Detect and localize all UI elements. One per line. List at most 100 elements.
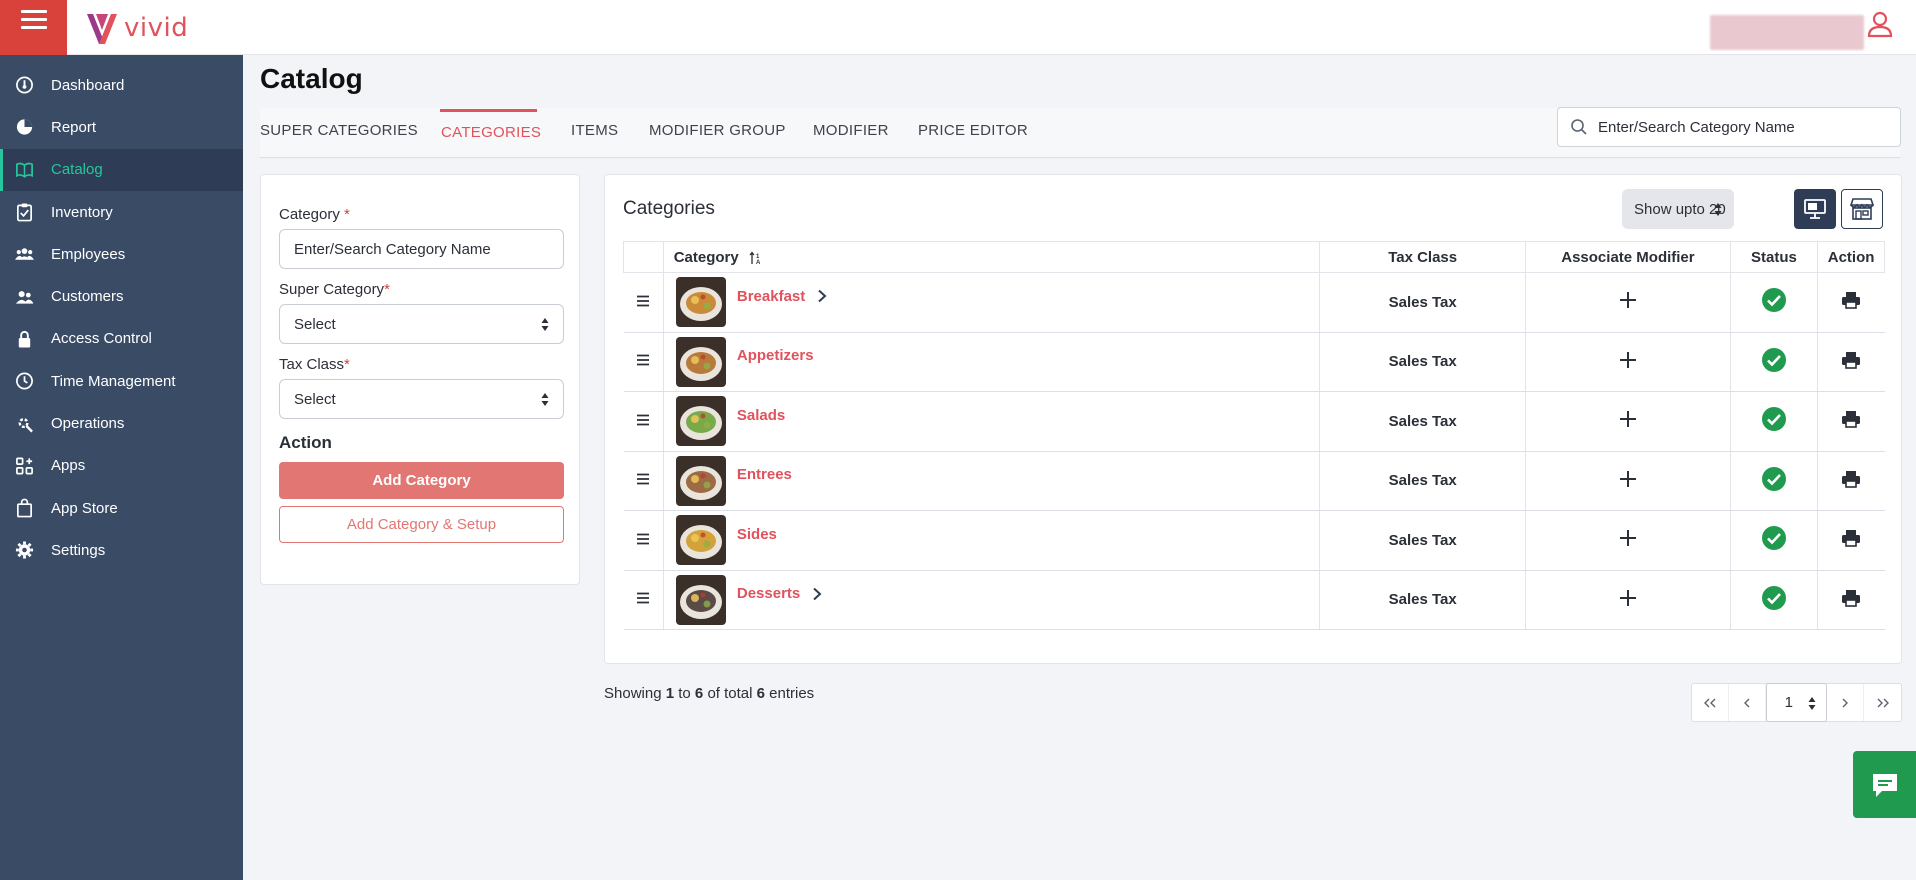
category-name-link[interactable]: Appetizers <box>737 347 814 364</box>
category-field-label: Category * <box>279 206 350 223</box>
drag-handle-icon <box>637 473 650 485</box>
drag-handle[interactable] <box>623 451 664 511</box>
status-active-icon[interactable] <box>1761 347 1787 373</box>
drag-handle[interactable] <box>623 332 664 392</box>
first-page-button[interactable] <box>1692 684 1729 721</box>
associate-modifier-cell <box>1525 391 1731 452</box>
tab-modifier[interactable]: MODIFIER <box>813 122 889 139</box>
category-thumbnail <box>675 455 726 506</box>
printer-icon[interactable] <box>1841 291 1861 310</box>
add-modifier-icon[interactable] <box>1618 469 1638 489</box>
desktop-icon <box>1804 199 1826 219</box>
drag-handle-icon <box>637 533 650 545</box>
chevron-right-icon[interactable] <box>817 289 827 303</box>
status-active-icon[interactable] <box>1761 525 1787 551</box>
category-search-box[interactable] <box>1557 107 1901 147</box>
sidebar-item-settings[interactable]: Settings <box>0 529 243 571</box>
printer-icon[interactable] <box>1841 351 1861 369</box>
category-name-link[interactable]: Breakfast <box>737 288 805 305</box>
tax-class-select[interactable]: Select <box>279 379 564 419</box>
add-category-button[interactable]: Add Category <box>279 462 564 499</box>
sidebar-item-operations[interactable]: Operations <box>0 402 243 444</box>
status-cell <box>1729 451 1818 511</box>
tab-modifier-group[interactable]: MODIFIER GROUP <box>649 122 786 139</box>
tab-categories[interactable]: CATEGORIES <box>441 124 541 141</box>
chat-support-button[interactable] <box>1853 751 1916 818</box>
add-modifier-icon[interactable] <box>1618 290 1638 310</box>
clipboard-icon <box>16 203 33 222</box>
category-search-input[interactable] <box>1598 108 1888 146</box>
category-cell: Entrees <box>662 451 1320 511</box>
super-category-select[interactable]: Select <box>279 304 564 344</box>
table-row[interactable]: Salads Sales Tax <box>623 391 1885 452</box>
drag-handle[interactable] <box>623 391 664 452</box>
show-upto-select[interactable]: Show upto 20 <box>1622 189 1734 229</box>
chevron-right-icon[interactable] <box>812 587 822 601</box>
pos-view-button[interactable] <box>1794 189 1836 229</box>
add-modifier-icon[interactable] <box>1618 528 1638 548</box>
add-modifier-icon[interactable] <box>1618 350 1638 370</box>
sidebar-item-access-control[interactable]: Access Control <box>0 318 243 360</box>
table-row[interactable]: Sides Sales Tax <box>623 510 1885 571</box>
printer-icon[interactable] <box>1841 470 1861 488</box>
svg-text:A: A <box>756 260 761 265</box>
sidebar-item-time-management[interactable]: Time Management <box>0 360 243 402</box>
sidebar-item-customers[interactable]: Customers <box>0 275 243 317</box>
sidebar-item-dashboard[interactable]: Dashboard <box>0 64 243 106</box>
tax-class-label: Tax Class* <box>279 356 350 373</box>
tab-super-categories[interactable]: SUPER CATEGORIES <box>260 122 418 139</box>
store-view-button[interactable] <box>1841 189 1883 229</box>
table-row[interactable]: Desserts Sales Tax <box>623 570 1885 630</box>
tab-items[interactable]: ITEMS <box>571 122 618 139</box>
brand-logo[interactable]: vivid <box>84 10 188 46</box>
drag-handle[interactable] <box>623 570 664 630</box>
tax-class-cell: Sales Tax <box>1319 570 1526 630</box>
tools-icon <box>18 417 33 432</box>
sort-icon[interactable]: 1A <box>749 250 763 266</box>
current-page-select[interactable]: 1 <box>1765 683 1828 722</box>
sidebar-item-app-store[interactable]: App Store <box>0 487 243 529</box>
super-category-value: Select <box>294 315 336 333</box>
table-row[interactable]: Entrees Sales Tax <box>623 451 1885 511</box>
sidebar-item-label: Customers <box>51 288 124 306</box>
sidebar-item-catalog[interactable]: Catalog <box>0 148 243 192</box>
category-name-link[interactable]: Desserts <box>737 585 800 602</box>
select-arrows-icon <box>1808 697 1816 710</box>
sidebar-item-inventory[interactable]: Inventory <box>0 191 243 233</box>
category-name-link[interactable]: Sides <box>737 526 777 543</box>
printer-icon[interactable] <box>1841 589 1861 607</box>
user-icon[interactable] <box>1866 10 1894 38</box>
add-modifier-icon[interactable] <box>1618 588 1638 608</box>
table-row[interactable]: Breakfast Sales Tax <box>623 272 1885 333</box>
category-column-header[interactable]: Category 1A <box>662 241 1321 273</box>
category-thumbnail <box>675 396 726 447</box>
status-active-icon[interactable] <box>1761 287 1787 313</box>
printer-icon[interactable] <box>1841 529 1861 548</box>
next-page-button[interactable] <box>1827 684 1865 721</box>
category-name-link[interactable]: Entrees <box>737 466 792 483</box>
status-active-icon[interactable] <box>1761 406 1787 432</box>
status-active-icon[interactable] <box>1761 466 1787 492</box>
previous-page-button[interactable] <box>1729 684 1766 721</box>
top-bar: vivid <box>0 0 1916 55</box>
status-active-icon[interactable] <box>1761 585 1787 611</box>
sidebar-item-apps[interactable]: Apps <box>0 445 243 487</box>
add-category-setup-button[interactable]: Add Category & Setup <box>279 506 564 543</box>
drag-handle[interactable] <box>623 272 664 333</box>
drag-handle[interactable] <box>623 510 664 571</box>
book-icon <box>16 162 33 178</box>
category-name-link[interactable]: Salads <box>737 407 785 424</box>
table-row[interactable]: Appetizers Sales Tax <box>623 332 1885 392</box>
action-column-header: Action <box>1817 241 1885 273</box>
category-name-field[interactable]: Enter/Search Category Name <box>279 229 564 269</box>
add-modifier-icon[interactable] <box>1618 409 1638 429</box>
last-page-button[interactable] <box>1864 684 1901 721</box>
tax-class-cell: Sales Tax <box>1319 391 1526 452</box>
sidebar-item-employees[interactable]: Employees <box>0 233 243 275</box>
tab-price-editor[interactable]: PRICE EDITOR <box>918 122 1028 139</box>
menu-toggle-button[interactable] <box>0 0 67 55</box>
printer-icon[interactable] <box>1841 410 1861 429</box>
category-cell: Appetizers <box>662 332 1320 392</box>
associate-modifier-cell <box>1525 570 1731 630</box>
sidebar-item-report[interactable]: Report <box>0 106 243 148</box>
